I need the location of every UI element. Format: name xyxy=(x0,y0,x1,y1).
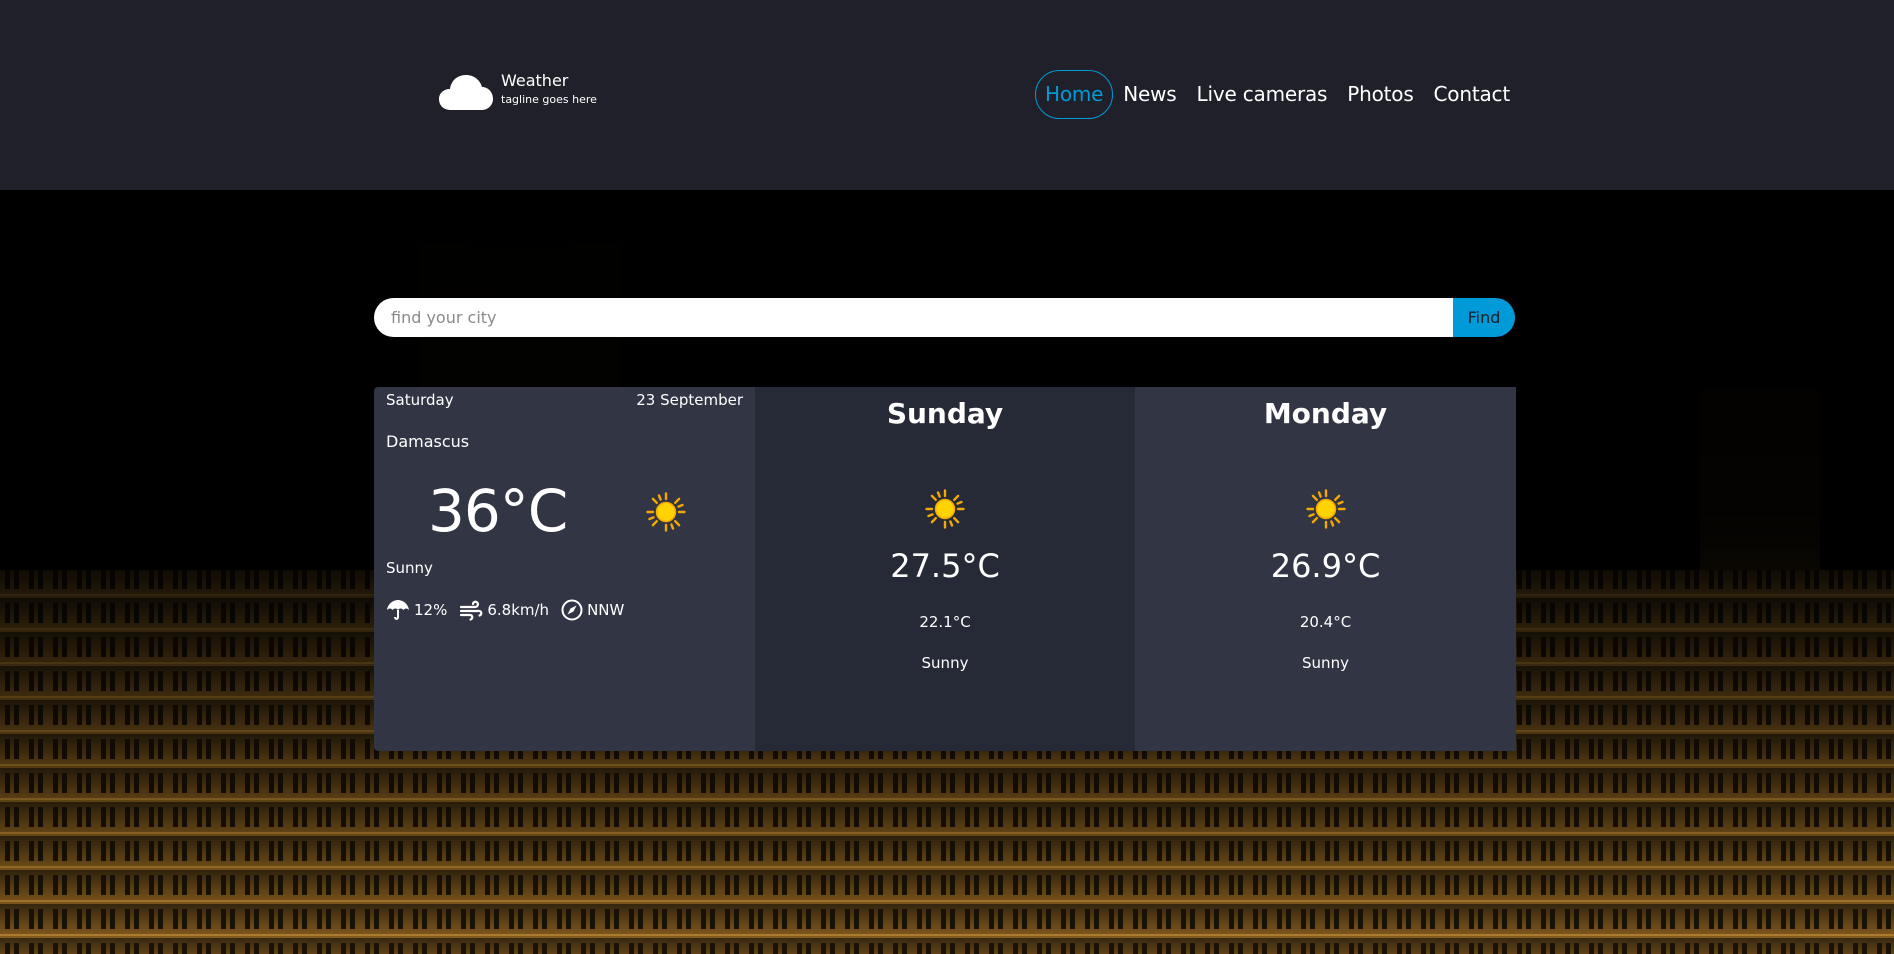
today-city: Damascus xyxy=(386,432,470,451)
brand-tagline: tagline goes here xyxy=(501,93,597,106)
forecast-min-temp: 20.4°C xyxy=(1299,613,1352,631)
wind-speed: 6.8km/h xyxy=(487,601,550,619)
sun-icon xyxy=(646,492,686,532)
rain-chance: 12% xyxy=(414,601,448,619)
today-date: 23 September xyxy=(636,391,743,409)
today-temperature: 36°C xyxy=(428,477,568,545)
forecast-condition: Sunny xyxy=(1302,654,1349,672)
forecast-day-name: Sunday xyxy=(886,397,1004,430)
wind-icon xyxy=(460,600,483,621)
main-nav: Home News Live cameras Photos Contact xyxy=(1035,70,1520,119)
wind-direction: NNW xyxy=(587,601,625,619)
cloud-icon xyxy=(439,75,493,110)
nav-live-cameras[interactable]: Live cameras xyxy=(1187,70,1338,119)
forecast-min-temp: 22.1°C xyxy=(919,613,971,631)
direction-stat: NNW xyxy=(561,599,624,621)
umbrella-icon xyxy=(387,600,409,620)
wind-stat: 6.8km/h xyxy=(459,599,549,621)
forecast-day-name: Monday xyxy=(1263,397,1388,430)
city-search-form: Find xyxy=(374,298,1515,337)
today-stats: 12% 6.8km/h NNW xyxy=(386,599,636,621)
sun-icon xyxy=(925,489,965,529)
today-day: Saturday xyxy=(386,391,454,409)
forecast-max-temp: 27.5°C xyxy=(890,547,1000,585)
brand-logo-link[interactable]: Weather tagline goes here xyxy=(439,71,597,112)
nav-news[interactable]: News xyxy=(1113,70,1186,119)
sun-icon xyxy=(1305,489,1346,529)
compass-icon xyxy=(561,599,583,621)
site-header: Weather tagline goes here Home News Live… xyxy=(0,0,1894,190)
weather-page: Weather tagline goes here Home News Live… xyxy=(0,0,1894,954)
forecast-card-monday: Monday 26.9°C 20.4°C Sunny xyxy=(1135,387,1516,751)
forecast-max-temp: 26.9°C xyxy=(1270,547,1381,585)
forecast-panel: Saturday 23 September Damascus 36°C Sunn… xyxy=(374,387,1516,751)
find-button[interactable]: Find xyxy=(1453,298,1515,337)
nav-contact[interactable]: Contact xyxy=(1424,70,1520,119)
forecast-card-sunday: Sunday 27.5°C 22.1°C Sunny xyxy=(755,387,1135,751)
nav-home[interactable]: Home xyxy=(1035,70,1114,119)
rain-stat: 12% xyxy=(386,599,447,621)
brand-title: Weather xyxy=(501,71,569,90)
today-card: Saturday 23 September Damascus 36°C Sunn… xyxy=(374,387,755,751)
nav-photos[interactable]: Photos xyxy=(1337,70,1423,119)
forecast-condition: Sunny xyxy=(921,654,969,672)
city-search-input[interactable] xyxy=(374,298,1453,337)
today-condition: Sunny xyxy=(386,559,433,577)
